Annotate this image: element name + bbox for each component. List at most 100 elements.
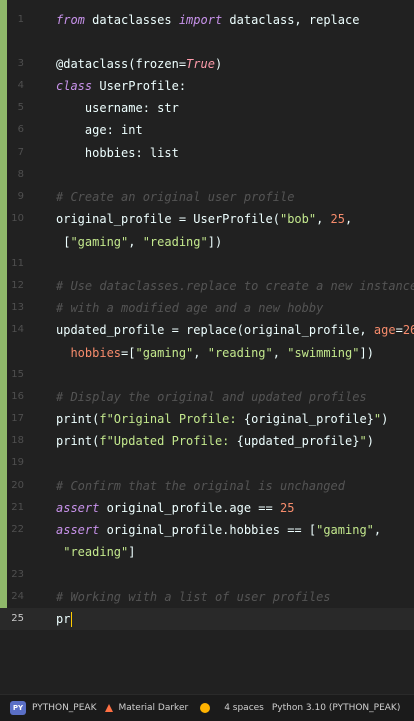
code-line-current[interactable]: pr bbox=[56, 608, 73, 630]
code-token: original_profile = UserProfile( bbox=[56, 212, 280, 226]
project-widget[interactable]: PYTHON_PEAK bbox=[32, 703, 96, 713]
comment-line[interactable]: # Use dataclasses.replace to create a ne… bbox=[56, 275, 414, 297]
decorator-token: @dataclass(frozen= bbox=[56, 57, 187, 71]
string-token: " bbox=[359, 434, 367, 448]
string-token: f"Updated Profile: bbox=[99, 434, 237, 448]
line-number: 24 bbox=[11, 591, 24, 602]
comment-line[interactable]: # Working with a list of user profiles bbox=[56, 586, 331, 608]
line-number: 17 bbox=[11, 413, 24, 424]
line-number: 6 bbox=[17, 124, 24, 135]
python-icon: PY bbox=[10, 701, 26, 715]
number-token: 26 bbox=[402, 323, 414, 337]
line-number-active: 25 bbox=[11, 613, 24, 624]
line-number: 19 bbox=[11, 457, 24, 468]
bool-token: True bbox=[186, 57, 215, 71]
status-dot-icon[interactable] bbox=[200, 703, 211, 713]
code-line[interactable]: from dataclasses import dataclass, repla… bbox=[56, 9, 359, 31]
string-token: "reading" bbox=[142, 235, 208, 249]
comment-line[interactable]: # Display the original and updated profi… bbox=[56, 386, 367, 408]
number-token: 25 bbox=[330, 212, 345, 226]
code-line[interactable]: class UserProfile: bbox=[56, 75, 186, 97]
keyword-token: assert bbox=[56, 523, 100, 537]
code-token: dataclasses bbox=[84, 13, 179, 27]
interpreter-widget[interactable]: Python 3.10 (PYTHON_PEAK) bbox=[272, 703, 400, 713]
code-line[interactable]: assert original_profile.hobbies == ["gam… bbox=[56, 519, 381, 541]
line-number: 15 bbox=[11, 369, 24, 380]
status-bar: PY PYTHON_PEAK Material Darker 4 spaces … bbox=[0, 694, 414, 721]
keyword-token: import bbox=[178, 13, 223, 27]
theme-widget[interactable]: Material Darker bbox=[104, 703, 188, 713]
line-number: 1 bbox=[17, 14, 24, 25]
string-token: "swimming" bbox=[287, 346, 360, 360]
code-token: print( bbox=[56, 434, 100, 448]
line-number: 21 bbox=[11, 502, 24, 513]
keyword-token: class bbox=[56, 79, 93, 93]
line-number: 20 bbox=[11, 480, 24, 491]
code-token: original_profile.age == bbox=[99, 501, 280, 515]
code-line[interactable]: username: str bbox=[56, 97, 179, 119]
code-line-wrapped[interactable]: ["gaming", "reading"]) bbox=[56, 231, 222, 253]
string-token: "reading" bbox=[207, 346, 273, 360]
comment-line[interactable]: # Confirm that the original is unchanged bbox=[56, 475, 345, 497]
code-line-wrapped[interactable]: "reading"] bbox=[56, 541, 136, 563]
code-token: ) bbox=[214, 57, 223, 71]
line-number: 8 bbox=[17, 169, 24, 180]
code-token: {original_profile} bbox=[243, 412, 374, 426]
line-number: 7 bbox=[17, 147, 24, 158]
line-number: 13 bbox=[11, 302, 24, 313]
code-token: UserProfile: bbox=[92, 79, 187, 93]
code-line[interactable]: assert original_profile.age == 25 bbox=[56, 497, 294, 519]
code-line[interactable]: updated_profile = replace(original_profi… bbox=[56, 319, 414, 341]
code-line[interactable]: original_profile = UserProfile("bob", 25… bbox=[56, 208, 352, 230]
code-line[interactable]: print(f"Updated Profile: {updated_profil… bbox=[56, 430, 374, 452]
line-number: 5 bbox=[17, 102, 24, 113]
line-number: 16 bbox=[11, 391, 24, 402]
code-line-wrapped[interactable]: hobbies=["gaming", "reading", "swimming"… bbox=[56, 342, 374, 364]
string-token: "gaming" bbox=[70, 235, 129, 249]
comment-line[interactable]: # Create an original user profile bbox=[56, 186, 294, 208]
line-number: 18 bbox=[11, 435, 24, 446]
code-line[interactable]: hobbies: list bbox=[56, 142, 179, 164]
code-editor[interactable]: 1 3 4 5 6 7 8 9 10 11 12 13 14 15 16 17 … bbox=[0, 0, 414, 694]
comment-line[interactable]: # with a modified age and a new hobby bbox=[56, 297, 323, 319]
line-number: 12 bbox=[11, 280, 24, 291]
text-cursor bbox=[71, 612, 73, 627]
line-number: 14 bbox=[11, 324, 24, 335]
code-token: ]) bbox=[359, 346, 374, 360]
code-line[interactable]: @dataclass(frozen=True) bbox=[56, 53, 222, 75]
number-token: 25 bbox=[279, 501, 295, 515]
string-token: "reading" bbox=[63, 545, 129, 559]
line-number: 3 bbox=[17, 58, 24, 69]
code-token: , bbox=[345, 212, 353, 226]
code-token: [ bbox=[56, 235, 71, 249]
code-token: , bbox=[373, 523, 382, 537]
param-token: age bbox=[373, 323, 396, 337]
code-token: ] bbox=[128, 545, 136, 559]
code-token: ) bbox=[381, 412, 389, 426]
line-number: 10 bbox=[11, 213, 24, 224]
line-number: 9 bbox=[17, 191, 24, 202]
interpreter-label: Python 3.10 (PYTHON_PEAK) bbox=[271, 703, 401, 713]
string-token: "gaming" bbox=[316, 523, 374, 537]
string-token: "bob" bbox=[279, 212, 317, 226]
code-token: original_profile.hobbies == [ bbox=[99, 523, 317, 537]
code-token: , bbox=[316, 212, 331, 226]
code-token: ]) bbox=[207, 235, 223, 249]
line-number: 22 bbox=[11, 524, 24, 535]
string-token: "gaming" bbox=[135, 346, 194, 360]
param-token: hobbies bbox=[56, 346, 122, 360]
code-token: =[ bbox=[121, 346, 136, 360]
code-line[interactable]: age: int bbox=[56, 119, 143, 141]
keyword-token: assert bbox=[56, 501, 100, 515]
material-theme-icon bbox=[105, 704, 114, 712]
keyword-token: from bbox=[56, 13, 85, 27]
code-token: dataclass, replace bbox=[222, 13, 360, 27]
code-token: print( bbox=[56, 412, 100, 426]
code-token: = bbox=[395, 323, 403, 337]
code-token: , bbox=[128, 235, 143, 249]
line-number: 23 bbox=[11, 569, 24, 580]
code-token: {updated_profile} bbox=[236, 434, 360, 448]
line-number: 4 bbox=[17, 80, 24, 91]
code-line[interactable]: print(f"Original Profile: {original_prof… bbox=[56, 408, 388, 430]
indent-widget[interactable]: 4 spaces bbox=[224, 703, 264, 713]
